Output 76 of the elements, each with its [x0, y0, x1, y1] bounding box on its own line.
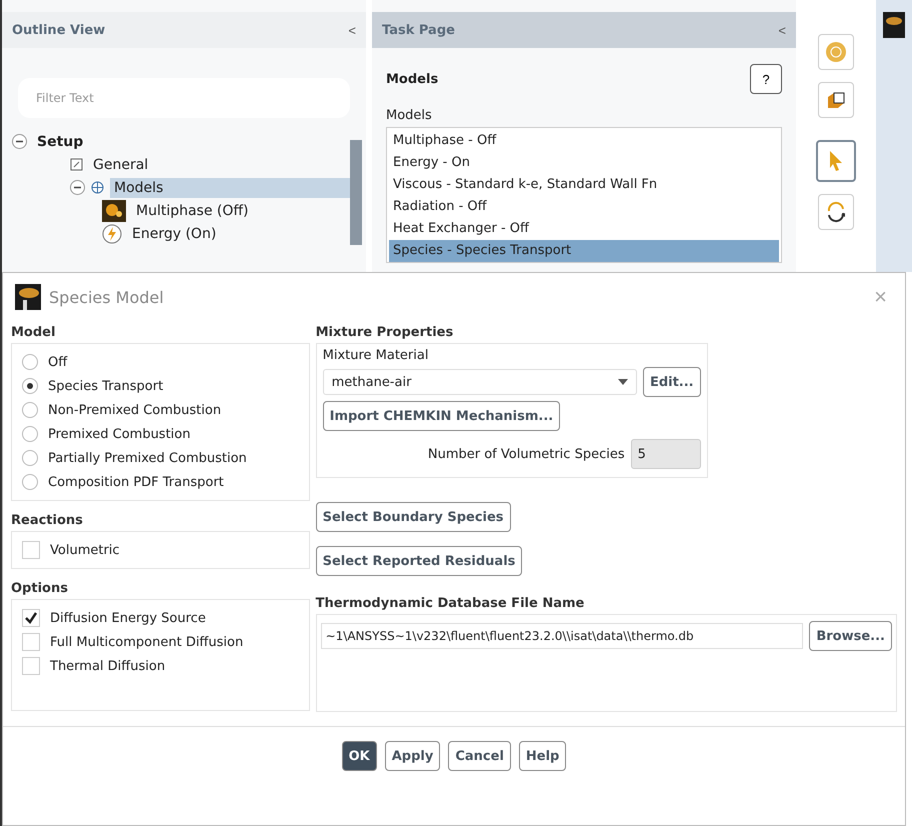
material-dropdown[interactable]: methane-air [322, 369, 637, 395]
document-icon [70, 158, 83, 171]
list-item[interactable]: Viscous - Standard k-e, Standard Wall Fn [389, 174, 779, 196]
field-label: Mixture Material [322, 348, 430, 363]
tree-item[interactable]: Multiphase (Off) [132, 200, 253, 220]
radio-label: Composition PDF Transport [48, 474, 224, 490]
radio-label: Non-Premixed Combustion [48, 402, 222, 418]
dialog-button[interactable]: Help [518, 741, 566, 771]
select-button[interactable]: Select Boundary Species [316, 502, 511, 532]
select-button[interactable]: Select Reported Residuals [316, 546, 522, 576]
import-button[interactable]: Import CHEMKIN Mechanism... [322, 401, 560, 431]
rotate-icon [825, 201, 847, 223]
radio-button[interactable] [22, 474, 38, 490]
radio-button[interactable] [22, 450, 38, 466]
dialog-title: Species Model [49, 288, 165, 306]
filter-field[interactable]: Filter Text [18, 78, 350, 118]
tree-item[interactable]: Models [110, 178, 350, 198]
checkbox-label: Full Multicomponent Diffusion [50, 634, 244, 650]
collapse-toggle[interactable] [70, 180, 85, 195]
collapse-button[interactable]: < [778, 22, 786, 38]
file-path-field[interactable]: ~1\ANSYSS~1\v232\fluent\fluent23.2.0\\isat\data\\thermo.db [320, 623, 804, 649]
group-label: Reactions [11, 513, 84, 528]
sphere-icon [91, 181, 104, 194]
app-logo-icon [883, 12, 905, 38]
help-button[interactable]: ? [750, 64, 782, 94]
pointer-icon [828, 150, 844, 172]
collapse-button[interactable]: < [348, 22, 356, 38]
check-icon [25, 612, 37, 624]
checkbox[interactable] [22, 657, 40, 675]
tree-item[interactable]: General [89, 154, 152, 174]
checkbox[interactable] [22, 541, 40, 559]
lightning-icon [102, 224, 122, 244]
group-label: Mixture Properties [316, 325, 454, 340]
radio-label: Premixed Combustion [48, 426, 190, 442]
list-item[interactable]: Multiphase - Off [389, 130, 779, 152]
scrollbar[interactable] [350, 140, 362, 245]
tree-item[interactable]: Energy (On) [128, 224, 220, 244]
group-label: Model [11, 325, 56, 340]
checkbox-label: Diffusion Energy Source [50, 610, 206, 626]
radio-button[interactable] [22, 354, 38, 370]
field-label: Number of Volumetric Species [428, 446, 625, 462]
checkbox[interactable] [22, 609, 40, 627]
toolbar-button[interactable] [818, 194, 854, 230]
dialog-button[interactable]: OK [342, 741, 377, 771]
globe-icon [825, 41, 847, 63]
radio-label: Off [48, 354, 68, 370]
tree-item[interactable]: Setup [33, 132, 88, 152]
list-item[interactable]: Energy - On [389, 152, 779, 174]
collapse-toggle[interactable] [12, 134, 27, 149]
radio-button[interactable] [22, 378, 38, 394]
checkbox-label: Thermal Diffusion [50, 658, 166, 674]
caret-icon [618, 379, 628, 385]
section-heading: Models [386, 72, 438, 86]
bubble-icon [102, 200, 126, 222]
group-label: Thermodynamic Database File Name [316, 596, 586, 611]
browse-button[interactable]: Browse... [809, 621, 892, 651]
dialog-button[interactable]: Cancel [448, 741, 511, 771]
list-item[interactable]: Radiation - Off [389, 196, 779, 218]
list-label: Models [386, 108, 433, 123]
panel-title: Task Page [382, 22, 455, 38]
list-item[interactable]: Species - Species Transport [389, 240, 779, 262]
list-item[interactable]: Heat Exchanger - Off [389, 218, 779, 240]
checkbox[interactable] [22, 633, 40, 651]
checkbox-label: Volumetric [50, 542, 120, 558]
radio-button[interactable] [22, 426, 38, 442]
toolbar-button[interactable] [818, 82, 854, 118]
species-count-field[interactable]: 5 [630, 439, 701, 469]
edit-button[interactable]: Edit... [642, 367, 701, 397]
group-label: Options [11, 581, 69, 596]
radio-label: Partially Premixed Combustion [48, 450, 247, 466]
radio-label: Species Transport [48, 378, 164, 394]
cube-icon [826, 90, 846, 110]
app-logo-icon [15, 284, 41, 310]
panel-title: Outline View [12, 22, 106, 38]
radio-button[interactable] [22, 402, 38, 418]
dialog-button[interactable]: Apply [384, 741, 440, 771]
